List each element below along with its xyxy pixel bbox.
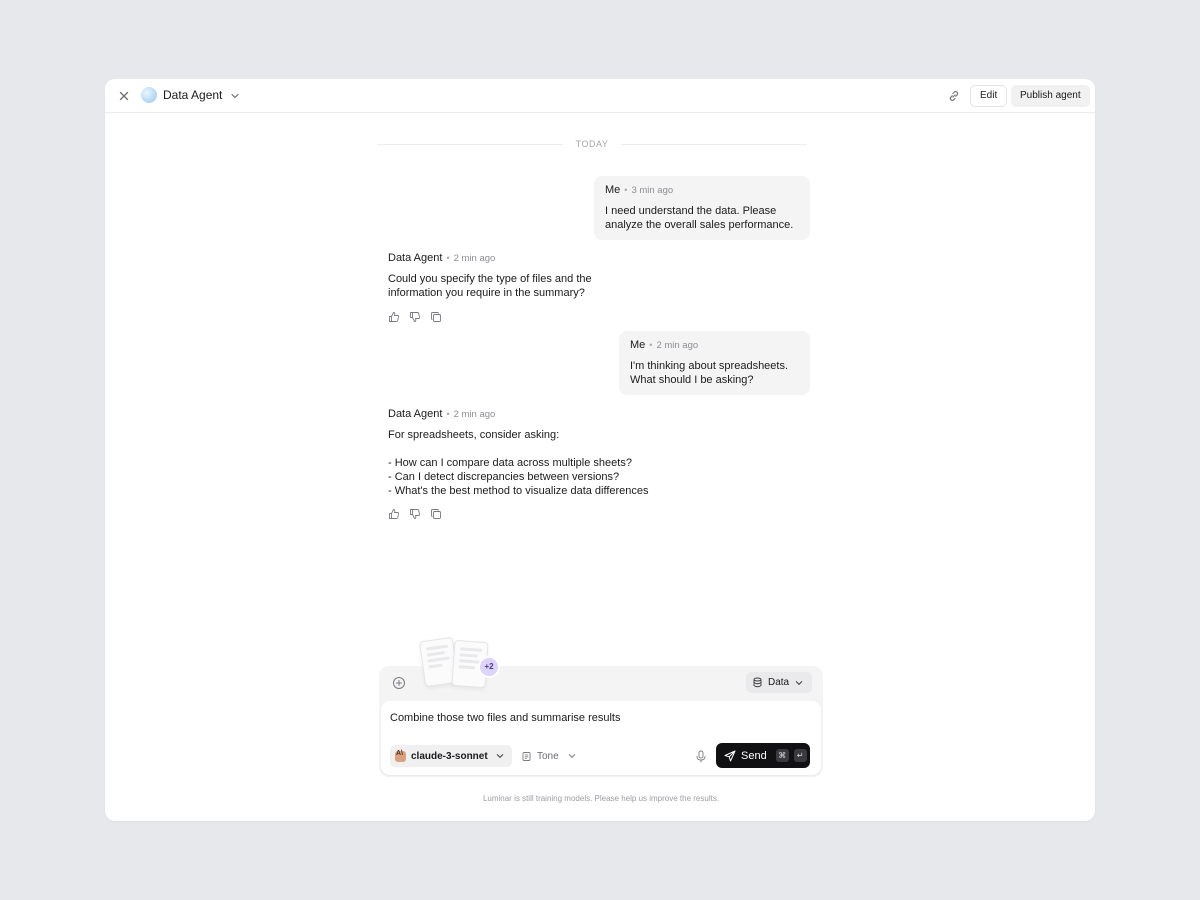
message-time: 2 min ago bbox=[453, 253, 496, 264]
message-text: Could you specify the type of files and … bbox=[388, 273, 592, 299]
agent-chat-window: Data Agent Edit Publish agent TODAY Me • 3… bbox=[105, 79, 1095, 821]
disclaimer-note: Luminar is still training models. Please… bbox=[482, 794, 720, 803]
agent-avatar bbox=[141, 87, 157, 103]
copy-icon[interactable] bbox=[430, 311, 442, 323]
shortcut-enter-key: ↵ bbox=[793, 749, 807, 762]
tone-label: Tone bbox=[537, 750, 559, 762]
day-divider-right bbox=[621, 144, 807, 145]
data-source-select[interactable]: Data bbox=[746, 672, 813, 693]
agent-message: Data Agent • 2 min ago Could you specify t… bbox=[388, 252, 668, 300]
composer-input-area: claude-3-sonnet Tone bbox=[381, 701, 821, 775]
message-time: 3 min ago bbox=[631, 185, 674, 196]
copy-icon[interactable] bbox=[430, 508, 442, 520]
attached-files-preview[interactable]: +2 bbox=[417, 635, 507, 695]
user-message: Me • 2 min ago I'm thinking about spreadsh… bbox=[619, 331, 810, 395]
user-message: Me • 3 min ago I need understand the data.… bbox=[594, 176, 810, 240]
thumbs-up-icon[interactable] bbox=[388, 311, 400, 323]
model-label: claude-3-sonnet bbox=[411, 750, 488, 762]
data-source-label: Data bbox=[768, 677, 790, 688]
plus-circle-icon[interactable] bbox=[392, 676, 406, 690]
attachment-count-badge: +2 bbox=[480, 658, 498, 676]
message-reactions bbox=[388, 508, 442, 520]
day-divider-label: TODAY bbox=[575, 139, 609, 149]
top-bar: Data Agent Edit Publish agent bbox=[105, 79, 1095, 113]
message-text: For spreadsheets, consider asking: - How… bbox=[388, 429, 649, 497]
message-time: 2 min ago bbox=[656, 340, 699, 351]
send-label: Send bbox=[741, 749, 767, 762]
chevron-down-icon[interactable] bbox=[229, 90, 241, 102]
database-icon bbox=[753, 677, 762, 688]
message-author: Data Agent bbox=[388, 252, 443, 264]
model-logo bbox=[395, 750, 406, 762]
thumbs-down-icon[interactable] bbox=[409, 311, 421, 323]
publish-agent-button[interactable]: Publish agent bbox=[1011, 85, 1090, 107]
message-reactions bbox=[388, 311, 442, 323]
link-icon[interactable] bbox=[947, 89, 961, 103]
shortcut-cmd-key: ⌘ bbox=[775, 749, 789, 762]
message-header: Me • 3 min ago bbox=[605, 184, 674, 196]
message-header: Data Agent • 2 min ago bbox=[388, 252, 496, 264]
agent-title[interactable]: Data Agent bbox=[163, 88, 222, 102]
message-author: Data Agent bbox=[388, 408, 443, 420]
message-text: I'm thinking about spreadsheets. What sh… bbox=[630, 360, 789, 386]
chevron-down-icon bbox=[795, 680, 803, 685]
message-time: 2 min ago bbox=[453, 409, 496, 420]
edit-button[interactable]: Edit bbox=[970, 85, 1008, 107]
message-header: Data Agent • 2 min ago bbox=[388, 408, 496, 420]
chevron-down-icon bbox=[496, 754, 503, 758]
model-select[interactable]: claude-3-sonnet bbox=[390, 745, 512, 767]
day-divider-left bbox=[377, 144, 563, 145]
send-button[interactable]: Send ⌘ ↵ bbox=[716, 743, 810, 768]
message-text: I need understand the data. Please analy… bbox=[605, 205, 794, 231]
message-author: Me bbox=[630, 339, 646, 351]
message-header: Me • 2 min ago bbox=[630, 339, 699, 351]
thumbs-down-icon[interactable] bbox=[409, 508, 421, 520]
microphone-icon[interactable] bbox=[695, 750, 707, 763]
message-author: Me bbox=[605, 184, 621, 196]
close-icon[interactable] bbox=[117, 89, 131, 103]
chevron-down-icon bbox=[568, 754, 575, 758]
prompt-input[interactable] bbox=[390, 712, 690, 724]
agent-message: Data Agent • 2 min ago For spreadsheets, c… bbox=[388, 408, 708, 498]
thumbs-up-icon[interactable] bbox=[388, 508, 400, 520]
tone-select[interactable]: Tone bbox=[521, 745, 577, 767]
tone-icon bbox=[522, 751, 531, 761]
send-icon bbox=[724, 750, 736, 761]
